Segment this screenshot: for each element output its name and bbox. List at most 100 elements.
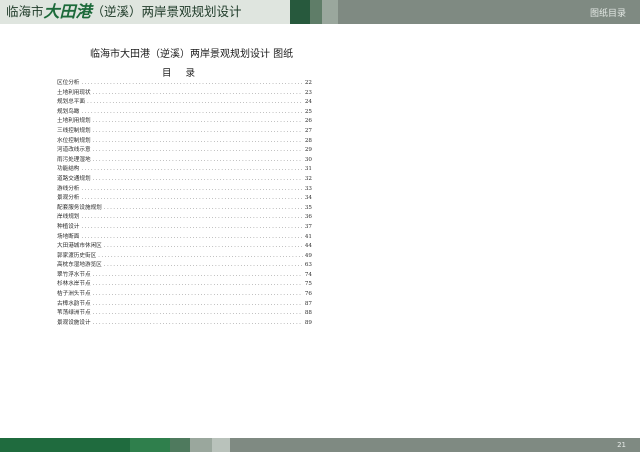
toc-entry-page: 25 xyxy=(304,108,312,115)
toc-leader-dots xyxy=(93,118,303,126)
toc-entry-label: 配套服务设施规划 xyxy=(57,204,102,211)
toc-entry-label: 大田港城市休闲区 xyxy=(57,243,102,250)
toc-leader-dots xyxy=(104,205,303,213)
toc-entry-page: 34 xyxy=(304,195,312,202)
toc-entry-label: 场地断面 xyxy=(57,233,80,240)
toc-entry-page: 31 xyxy=(304,166,312,173)
toc-entry-label: 游线分析 xyxy=(57,185,80,192)
toc-entry-label: 河道改线示意 xyxy=(57,147,91,154)
toc-entry[interactable]: 规划鸟瞰 25 xyxy=(57,107,312,117)
toc-entry[interactable]: 景观设施设计 89 xyxy=(57,318,312,328)
toc-entry[interactable]: 景观分析 34 xyxy=(57,193,312,203)
toc-leader-dots xyxy=(93,272,303,280)
toc-leader-dots xyxy=(98,253,303,261)
toc-leader-dots xyxy=(104,243,303,251)
toc-entry[interactable]: 杉林水岸节点 75 xyxy=(57,279,312,289)
toc-entry[interactable]: 翠竹浮水节点 74 xyxy=(57,270,312,280)
toc-leader-dots xyxy=(81,109,302,117)
toc-entry[interactable]: 功能结构 31 xyxy=(57,164,312,174)
toc-entry[interactable]: 水位控制规划 28 xyxy=(57,136,312,146)
toc-entry[interactable]: 三线控制规划 27 xyxy=(57,126,312,136)
toc-entry[interactable]: 雨污处理湿地 30 xyxy=(57,155,312,165)
footer-color-block xyxy=(130,438,170,452)
toc-entry[interactable]: 规划总平面 24 xyxy=(57,97,312,107)
toc-entry-page: 29 xyxy=(304,147,312,154)
toc-entry-page: 76 xyxy=(304,291,312,298)
toc-leader-dots xyxy=(81,214,302,222)
toc-entry[interactable]: 区位分析 22 xyxy=(57,78,312,88)
toc-entry-page: 75 xyxy=(304,281,312,288)
toc-entry[interactable]: 场地断面 41 xyxy=(57,232,312,242)
toc-entry[interactable]: 岸线规划 36 xyxy=(57,212,312,222)
header-title-suffix: （逆溪）两岸景观规划设计 xyxy=(91,4,242,19)
toc-entry-page: 37 xyxy=(304,223,312,230)
toc-entry-page: 49 xyxy=(304,252,312,259)
footer-color-block xyxy=(212,438,230,452)
toc-leader-dots xyxy=(81,166,302,174)
header-title: 临海市大田港（逆溪）两岸景观规划设计 xyxy=(6,3,242,21)
toc-leader-dots xyxy=(93,301,303,309)
toc-entry[interactable]: 桔子洲头节点 76 xyxy=(57,289,312,299)
toc-entry-label: 高枕东湿地游览区 xyxy=(57,262,102,269)
toc-entry-page: 30 xyxy=(304,156,312,163)
toc-entry-page: 24 xyxy=(304,99,312,106)
toc-leader-dots xyxy=(93,138,303,146)
toc-entry-label: 道路交通规划 xyxy=(57,175,91,182)
toc-entry[interactable]: 种植设计 37 xyxy=(57,222,312,232)
toc-entry-label: 雨污处理湿地 xyxy=(57,156,91,163)
header-title-prefix: 临海市 xyxy=(6,4,44,19)
toc-entry-page: 74 xyxy=(304,271,312,278)
toc-entry-page: 28 xyxy=(304,137,312,144)
toc-leader-dots xyxy=(93,320,303,328)
toc-entry-page: 88 xyxy=(304,310,312,317)
toc-entry-label: 苇荡绿洲节点 xyxy=(57,310,91,317)
toc-entry[interactable]: 河道改线示意 29 xyxy=(57,145,312,155)
header-color-block xyxy=(322,0,338,24)
toc-entry-page: 22 xyxy=(304,80,312,86)
toc-entry[interactable]: 高枕东湿地游览区 63 xyxy=(57,260,312,270)
footer-color-block xyxy=(230,438,640,452)
toc-leader-dots xyxy=(93,90,303,98)
table-of-contents: 区位分析 22 土地利用现状23规划总平面24规划鸟瞰25土地利用规划 26三线控制规… xyxy=(57,78,312,327)
toc-entry[interactable]: 土地利用规划 26 xyxy=(57,116,312,126)
toc-entry[interactable]: 郭家渡历史街区 49 xyxy=(57,251,312,261)
toc-entry[interactable]: 游线分析 33 xyxy=(57,184,312,194)
toc-entry-label: 区位分析 xyxy=(57,80,80,86)
footer-bar: 21 xyxy=(0,438,640,452)
toc-entry[interactable]: 道路交通规划 32 xyxy=(57,174,312,184)
toc-leader-dots xyxy=(93,176,303,184)
toc-entry-page: 63 xyxy=(304,262,312,269)
toc-leader-dots xyxy=(93,310,303,318)
toc-entry-page: 87 xyxy=(304,300,312,307)
toc-entry-label: 翠竹浮水节点 xyxy=(57,271,91,278)
toc-leader-dots xyxy=(93,291,303,299)
toc-entry-label: 水位控制规划 xyxy=(57,137,91,144)
toc-heading: 目录 xyxy=(162,68,210,79)
toc-entry-label: 岸线规划 xyxy=(57,214,80,221)
toc-entry-page: 26 xyxy=(304,118,312,125)
toc-entry[interactable]: 配套服务设施规划 35 xyxy=(57,203,312,213)
toc-entry-page: 23 xyxy=(304,89,312,96)
toc-entry[interactable]: 古樟水韵节点 87 xyxy=(57,299,312,309)
toc-entry[interactable]: 土地利用现状 23 xyxy=(57,88,312,98)
header-title-accent: 大田港 xyxy=(43,2,92,21)
toc-leader-dots xyxy=(81,186,302,194)
toc-leader-dots xyxy=(93,128,303,136)
toc-leader-dots xyxy=(81,234,302,242)
toc-entry[interactable]: 大田港城市休闲区 44 xyxy=(57,241,312,251)
toc-entry-label: 古樟水韵节点 xyxy=(57,300,91,307)
toc-entry-page: 44 xyxy=(304,243,312,250)
toc-entry-label: 桔子洲头节点 xyxy=(57,291,91,298)
header-color-block xyxy=(290,0,310,24)
toc-entry-label: 郭家渡历史街区 xyxy=(57,252,97,259)
toc-entry-page: 35 xyxy=(304,204,312,211)
toc-leader-dots xyxy=(93,157,303,165)
toc-leader-dots xyxy=(104,262,303,270)
toc-leader-dots xyxy=(87,99,303,107)
toc-leader-dots xyxy=(93,147,303,155)
toc-leader-dots xyxy=(81,195,302,203)
toc-entry[interactable]: 苇荡绿洲节点 88 xyxy=(57,308,312,318)
header-color-block xyxy=(310,0,322,24)
header-bar: 临海市大田港（逆溪）两岸景观规划设计 图纸目录 xyxy=(0,0,640,24)
toc-entry-label: 土地利用规划 xyxy=(57,118,91,125)
